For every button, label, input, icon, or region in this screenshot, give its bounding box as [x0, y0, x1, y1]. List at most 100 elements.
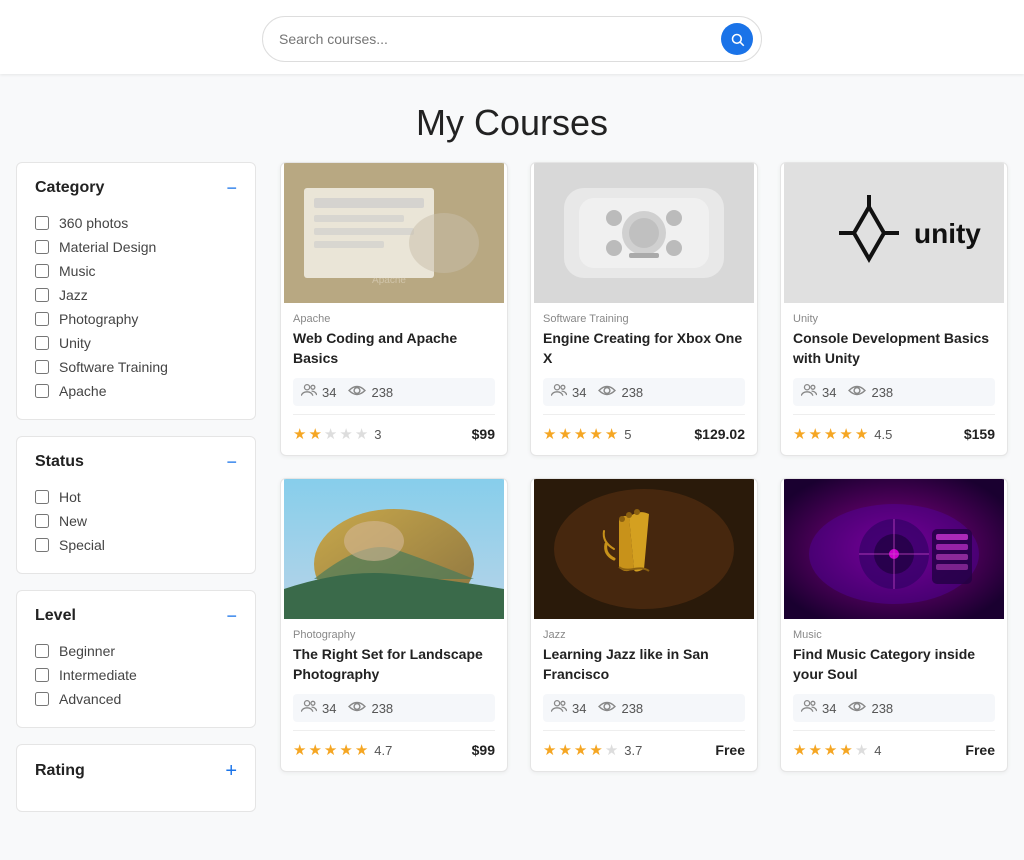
- students-icon: [551, 384, 567, 400]
- course-title: Find Music Category inside your Soul: [793, 645, 995, 684]
- star-full: ★: [543, 741, 556, 759]
- course-card[interactable]: Photography The Right Set for Landscape …: [280, 478, 508, 772]
- filter-item[interactable]: Hot: [35, 485, 237, 509]
- views-stat: 238: [348, 384, 393, 400]
- filter-checkbox[interactable]: [35, 668, 49, 682]
- filter-item[interactable]: New: [35, 509, 237, 533]
- search-button[interactable]: [721, 23, 753, 55]
- views-icon: [598, 384, 616, 400]
- search-bar: [262, 16, 762, 62]
- filter-item[interactable]: 360 photos: [35, 211, 237, 235]
- course-thumbnail: [531, 479, 757, 619]
- views-icon: [848, 700, 866, 716]
- course-title: Web Coding and Apache Basics: [293, 329, 495, 368]
- course-thumbnail: [531, 163, 757, 303]
- filter-label: Beginner: [59, 643, 115, 659]
- filter-checkbox[interactable]: [35, 312, 49, 326]
- filter-checkbox[interactable]: [35, 490, 49, 504]
- filter-item[interactable]: Apache: [35, 379, 237, 403]
- course-stats: 34 238: [293, 378, 495, 406]
- divider: [293, 414, 495, 415]
- views-stat: 238: [848, 384, 893, 400]
- filter-item[interactable]: Music: [35, 259, 237, 283]
- status-items-list: Hot New Special: [35, 485, 237, 557]
- views-icon: [598, 700, 616, 716]
- filter-checkbox[interactable]: [35, 360, 49, 374]
- course-rating: ★★★★★ 5: [543, 425, 632, 443]
- filter-item[interactable]: Material Design: [35, 235, 237, 259]
- filter-label: Special: [59, 537, 105, 553]
- filter-checkbox[interactable]: [35, 264, 49, 278]
- rating-number: 4.5: [874, 427, 892, 442]
- views-stat: 238: [348, 700, 393, 716]
- category-collapse-btn[interactable]: −: [226, 179, 237, 197]
- views-count: 238: [871, 701, 893, 716]
- sidebar: Category − 360 photos Material Design Mu…: [16, 162, 256, 828]
- students-count: 34: [572, 385, 586, 400]
- course-footer: ★★★★★ 4.7 $99: [293, 737, 495, 759]
- filter-checkbox[interactable]: [35, 514, 49, 528]
- filter-item[interactable]: Intermediate: [35, 663, 237, 687]
- star-empty: ★: [605, 741, 618, 759]
- rating-collapse-btn[interactable]: +: [225, 761, 237, 781]
- filter-item[interactable]: Jazz: [35, 283, 237, 307]
- rating-number: 5: [624, 427, 631, 442]
- star-full: ★: [574, 741, 587, 759]
- views-icon: [348, 384, 366, 400]
- course-body: Apache Web Coding and Apache Basics: [281, 303, 507, 455]
- filter-item[interactable]: Unity: [35, 331, 237, 355]
- star-half: ★: [589, 741, 602, 759]
- star-empty: ★: [324, 425, 337, 443]
- courses-grid: Apache Apache Web Coding and Apache Basi…: [280, 162, 1008, 772]
- views-stat: 238: [598, 700, 643, 716]
- filter-checkbox[interactable]: [35, 216, 49, 230]
- filter-checkbox[interactable]: [35, 336, 49, 350]
- students-icon: [801, 384, 817, 400]
- filter-checkbox[interactable]: [35, 288, 49, 302]
- star-empty: ★: [339, 425, 352, 443]
- course-stats: 34 238: [293, 694, 495, 722]
- students-icon: [301, 384, 317, 400]
- search-input[interactable]: [279, 31, 721, 47]
- course-thumbnail: Apache: [281, 163, 507, 303]
- course-card[interactable]: Jazz Learning Jazz like in San Francisco: [530, 478, 758, 772]
- course-card[interactable]: Music Find Music Category inside your So…: [780, 478, 1008, 772]
- filter-item[interactable]: Advanced: [35, 687, 237, 711]
- level-filter-header: Level −: [35, 607, 237, 625]
- svg-text:Apache: Apache: [372, 275, 406, 286]
- divider: [293, 730, 495, 731]
- star-full: ★: [793, 425, 806, 443]
- filter-item[interactable]: Special: [35, 533, 237, 557]
- status-collapse-btn[interactable]: −: [226, 453, 237, 471]
- star-empty: ★: [355, 425, 368, 443]
- filter-checkbox[interactable]: [35, 538, 49, 552]
- filter-label: 360 photos: [59, 215, 128, 231]
- filter-checkbox[interactable]: [35, 644, 49, 658]
- divider: [543, 730, 745, 731]
- star-full: ★: [839, 425, 852, 443]
- main-layout: Category − 360 photos Material Design Mu…: [0, 162, 1024, 860]
- course-price: $129.02: [694, 426, 745, 442]
- course-title: Learning Jazz like in San Francisco: [543, 645, 745, 684]
- course-footer: ★★★★★ 4 Free: [793, 737, 995, 759]
- course-card[interactable]: Apache Apache Web Coding and Apache Basi…: [280, 162, 508, 456]
- filter-label: Hot: [59, 489, 81, 505]
- filter-item[interactable]: Photography: [35, 307, 237, 331]
- divider: [793, 414, 995, 415]
- divider: [793, 730, 995, 731]
- course-category: Apache: [293, 313, 495, 325]
- course-card[interactable]: unity Unity Console Development Basics w…: [780, 162, 1008, 456]
- filter-checkbox[interactable]: [35, 384, 49, 398]
- filter-item[interactable]: Beginner: [35, 639, 237, 663]
- filter-checkbox[interactable]: [35, 692, 49, 706]
- course-card[interactable]: Software Training Engine Creating for Xb…: [530, 162, 758, 456]
- star-full: ★: [824, 425, 837, 443]
- level-filter: Level − Beginner Intermediate Advanced: [16, 590, 256, 728]
- level-collapse-btn[interactable]: −: [226, 607, 237, 625]
- star-full: ★: [339, 741, 352, 759]
- course-title: Engine Creating for Xbox One X: [543, 329, 745, 368]
- filter-checkbox[interactable]: [35, 240, 49, 254]
- filter-item[interactable]: Software Training: [35, 355, 237, 379]
- views-count: 238: [371, 385, 393, 400]
- course-footer: ★★★★★ 5 $129.02: [543, 421, 745, 443]
